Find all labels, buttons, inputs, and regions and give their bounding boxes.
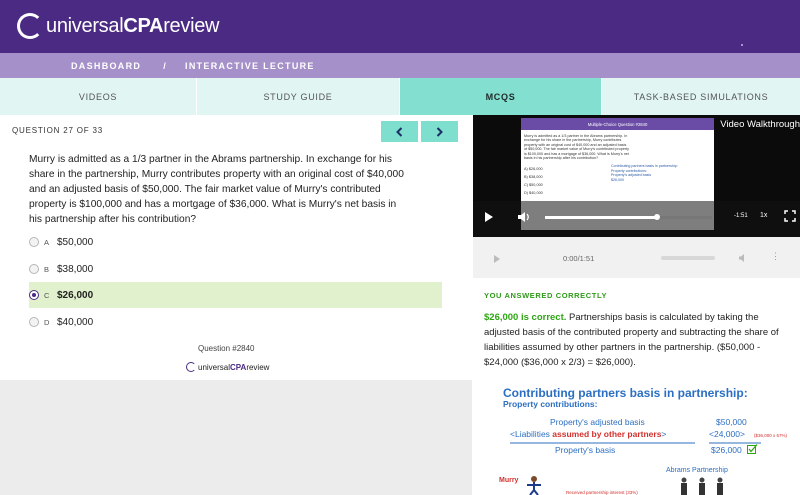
radio-button-selected[interactable] (29, 290, 39, 300)
option-letter: B (44, 264, 50, 274)
diagram-value-liabilities: <24,000> (709, 429, 745, 439)
logo-ring-icon (17, 13, 43, 39)
video-progress-bar[interactable] (545, 214, 712, 220)
video-progress-handle[interactable] (653, 214, 660, 220)
diagram-line-liabilities: <Liabilities assumed by other partners> (510, 429, 666, 439)
diagram-line-adjusted-basis: Property's adjusted basis (550, 417, 645, 427)
option-value: $40,000 (57, 316, 94, 328)
footer-logo-cpa: CPA (230, 362, 247, 372)
logo-text-review: review (163, 14, 220, 37)
breadcrumb-separator: / (163, 60, 168, 71)
question-id: Question #2840 (198, 344, 255, 353)
fullscreen-icon[interactable] (784, 210, 796, 222)
feedback-panel: YOU ANSWERED CORRECTLY $26,000 is correc… (473, 278, 800, 495)
tab-label: STUDY GUIDE (263, 91, 333, 102)
slide-answer: D) $40,000 (524, 191, 543, 195)
slide-diagram-num: $26,000 (611, 177, 624, 182)
partners-figures-icon (681, 477, 723, 495)
previous-question-button[interactable] (381, 121, 418, 142)
chevron-left-icon (396, 126, 403, 137)
slide-header: Multiple-Choice Question #2840 (521, 118, 714, 130)
slide-answer: C) $50,000 (524, 183, 543, 187)
option-value: $50,000 (57, 236, 94, 248)
liabilities-suffix: > (661, 429, 667, 439)
explanation-diagram: Contributing partners basis in partnersh… (473, 382, 800, 495)
radio-button[interactable] (29, 264, 39, 274)
diagram-murry: Murry (499, 477, 519, 484)
answer-status: YOU ANSWERED CORRECTLY (484, 291, 608, 300)
audio-time: 0:00/1:51 (563, 254, 595, 263)
video-title: Video Walkthrough (720, 119, 800, 130)
diagram-abrams-partnership: Abrams Partnership (666, 467, 728, 474)
logo-text-cpa: CPA (123, 14, 164, 37)
video-player[interactable]: Multiple-Choice Question #2840 Murry is … (473, 115, 800, 237)
breadcrumb-interactive-lecture[interactable]: INTERACTIVE LECTURE (185, 61, 315, 71)
diagram-note: ($36,000 x 67%) (754, 433, 788, 438)
playback-speed-button[interactable]: 1x (760, 212, 767, 219)
option-value: $26,000 (57, 289, 94, 301)
video-time: -1:51 (734, 213, 748, 219)
answer-option-c[interactable]: C $26,000 (29, 282, 442, 308)
option-letter: D (44, 317, 50, 327)
header-dot (741, 44, 743, 46)
video-progress-fill (545, 216, 657, 219)
logo-ring-icon (186, 362, 196, 372)
radio-button[interactable] (29, 317, 39, 327)
answer-option-a[interactable]: A $50,000 (29, 229, 442, 255)
option-letter: C (44, 290, 50, 300)
liabilities-prefix: <Liabilities (510, 429, 553, 439)
radio-button[interactable] (29, 237, 39, 247)
video-controls: -1:51 1x (473, 201, 800, 237)
chevron-right-icon (436, 126, 443, 137)
correct-answer-lead: $26,000 is correct. (484, 312, 567, 323)
tab-label: TASK-BASED SIMULATIONS (633, 91, 769, 102)
option-letter: A (44, 237, 50, 247)
audio-progress-bar[interactable] (661, 256, 715, 260)
diagram-title: Contributing partners basis in partnersh… (503, 386, 748, 400)
diagram-value-result: $26,000 (711, 445, 742, 455)
slide-answer: B) $38,000 (524, 175, 543, 179)
checkbox-check-icon (747, 444, 758, 454)
slide-question-text: Murry is admitted as a 1/3 partner in th… (524, 134, 629, 161)
liabilities-assumed: assumed by other partners (552, 429, 662, 439)
tab-label: MCQS (485, 91, 516, 102)
tab-bar: VIDEOS STUDY GUIDE MCQS TASK-BASED SIMUL… (0, 78, 800, 115)
tab-task-based-simulations[interactable]: TASK-BASED SIMULATIONS (602, 78, 800, 115)
option-value: $38,000 (57, 263, 94, 275)
tab-mcqs[interactable]: MCQS (400, 78, 602, 115)
brand-logo[interactable]: universal CPA review (17, 9, 219, 43)
play-icon[interactable] (485, 212, 493, 222)
audio-play-icon[interactable] (494, 255, 500, 263)
footer-logo-universal: universal (198, 362, 231, 372)
slide-answer: A) $26,000 (524, 167, 543, 171)
diagram-received-interest: Received partnership interest (33%) (566, 490, 638, 495)
volume-icon[interactable] (517, 211, 531, 223)
diagram-subtitle: Property contributions: (503, 399, 598, 409)
footer-logo-review: review (246, 362, 270, 372)
logo-text-universal: universal (46, 14, 124, 37)
diagram-value-adjusted-basis: $50,000 (716, 417, 747, 427)
breadcrumb-dashboard[interactable]: DASHBOARD (71, 61, 141, 71)
audio-volume-icon[interactable] (738, 253, 748, 263)
next-question-button[interactable] (421, 121, 458, 142)
slide-diagram-text: Contributing partners basis in partnersh… (611, 164, 711, 182)
answer-option-d[interactable]: D $40,000 (29, 309, 442, 335)
left-empty-area (0, 380, 472, 495)
question-text: Murry is admitted as a 1/3 partner in th… (29, 154, 404, 225)
breadcrumb: DASHBOARD / INTERACTIVE LECTURE (0, 53, 800, 78)
answer-option-b[interactable]: B $38,000 (29, 256, 442, 282)
audio-player: 0:00/1:51 ⋮ (473, 237, 800, 278)
top-header: universal CPA review (0, 0, 800, 53)
murry-figure-icon (527, 476, 541, 495)
question-counter: QUESTION 27 OF 33 (12, 126, 103, 135)
question-panel: QUESTION 27 OF 33 Murry is admitted as a… (0, 115, 461, 380)
diagram-rule (510, 442, 695, 444)
answer-explanation: $26,000 is correct. Partnerships basis i… (484, 310, 792, 370)
tab-label: VIDEOS (78, 91, 118, 102)
tab-study-guide[interactable]: STUDY GUIDE (197, 78, 400, 115)
footer-logo: universal CPA review (186, 362, 269, 372)
tab-videos[interactable]: VIDEOS (0, 78, 197, 115)
more-options-icon[interactable]: ⋮ (771, 251, 780, 262)
diagram-line-property-basis: Property's basis (555, 445, 616, 455)
